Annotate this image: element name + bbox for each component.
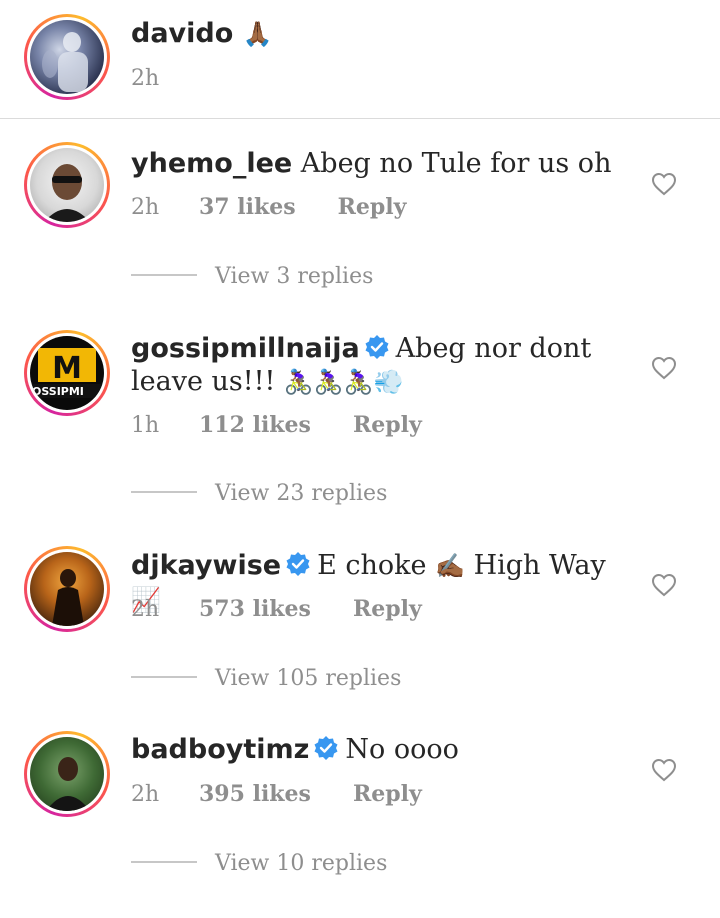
view-replies-link[interactable]: View 23 replies	[215, 481, 387, 506]
heart-outline-icon[interactable]	[651, 356, 677, 380]
commenter-avatar[interactable]	[24, 142, 110, 228]
comment-username[interactable]: gossipmillnaija	[131, 333, 360, 364]
heart-outline-icon[interactable]	[651, 172, 677, 196]
commenter-avatar[interactable]: M OSSIPMI	[24, 330, 110, 416]
view-replies-line	[131, 274, 197, 276]
view-replies-line	[131, 676, 197, 678]
post-divider	[0, 118, 720, 119]
view-replies-link[interactable]: View 10 replies	[215, 851, 387, 876]
comment-timestamp: 2h	[131, 195, 160, 220]
view-replies-line	[131, 491, 197, 493]
comment-likes[interactable]: 573 likes	[199, 596, 311, 622]
comment-emoji: 🚴🏾‍♀️🚴🏾‍♀️🚴🏾‍♀️💨	[283, 368, 404, 396]
heart-outline-icon[interactable]	[651, 573, 677, 597]
comment-likes[interactable]: 112 likes	[199, 412, 311, 438]
reply-button[interactable]: Reply	[353, 596, 422, 622]
comment-timestamp: 1h	[131, 413, 160, 438]
comment-text-continued: High Way	[473, 550, 606, 581]
verified-badge-icon	[314, 736, 338, 760]
heart-outline-icon[interactable]	[651, 758, 677, 782]
svg-text:OSSIPMI: OSSIPMI	[32, 385, 84, 398]
reply-button[interactable]: Reply	[353, 412, 422, 438]
reply-button[interactable]: Reply	[338, 194, 407, 220]
commenter-avatar[interactable]	[24, 731, 110, 817]
post-author-username[interactable]: davido	[131, 18, 233, 49]
verified-badge-icon	[365, 335, 389, 359]
comment-likes[interactable]: 395 likes	[199, 781, 311, 807]
reply-button[interactable]: Reply	[353, 781, 422, 807]
view-replies-line	[131, 861, 197, 863]
comment-username[interactable]: badboytimz	[131, 734, 309, 765]
svg-text:M: M	[52, 351, 82, 386]
comment-username[interactable]: djkaywise	[131, 550, 281, 581]
comment-text: No oooo	[345, 734, 459, 765]
comment-text: Abeg no Tule for us oh	[300, 148, 612, 179]
comment-timestamp: 2h	[131, 782, 160, 807]
view-replies-link[interactable]: View 3 replies	[215, 264, 373, 289]
verified-badge-icon	[286, 552, 310, 576]
comment-timestamp: 2h	[131, 597, 160, 622]
post-caption-emoji: 🙏🏾	[242, 20, 273, 48]
comment-username[interactable]: yhemo_lee	[131, 148, 292, 179]
commenter-avatar[interactable]	[24, 546, 110, 632]
view-replies-link[interactable]: View 105 replies	[215, 666, 401, 691]
comment-likes[interactable]: 37 likes	[199, 194, 296, 220]
post-timestamp: 2h	[131, 66, 160, 91]
post-header: davido 🙏🏾 2h	[0, 0, 720, 118]
post-author-avatar[interactable]	[24, 14, 110, 100]
comment-emoji: ✍🏾	[435, 552, 465, 580]
comment-text: E choke	[317, 550, 427, 581]
